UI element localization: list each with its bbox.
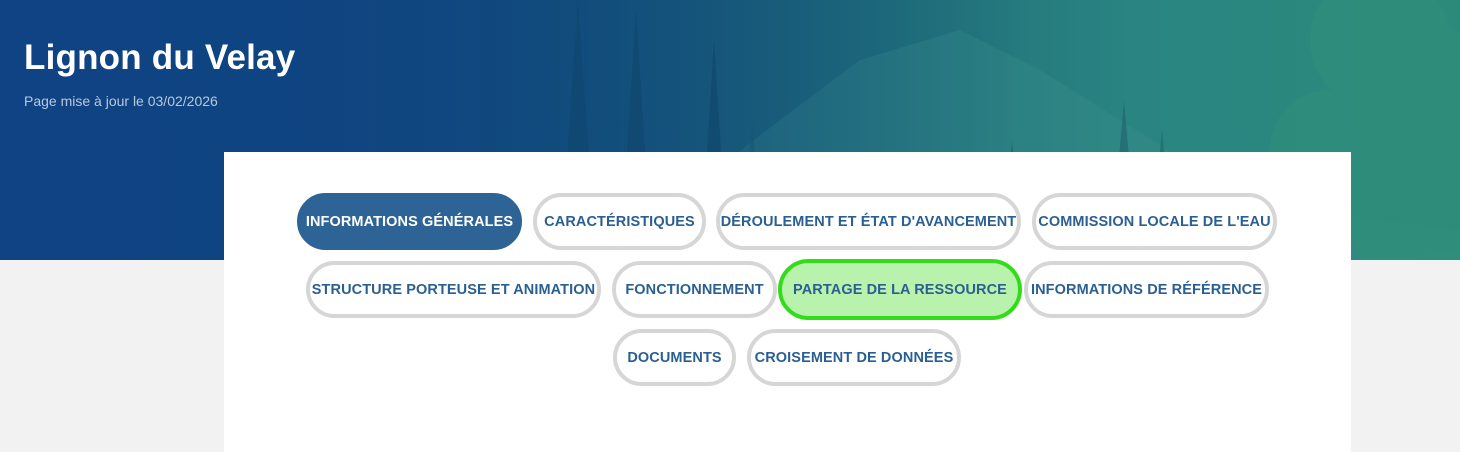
tab-fonctionnement[interactable]: FONCTIONNEMENT bbox=[612, 261, 777, 318]
tab-partage-de-la-ressource[interactable]: PARTAGE DE LA RESSOURCE bbox=[778, 259, 1022, 320]
tab-documents[interactable]: DOCUMENTS bbox=[613, 329, 736, 386]
page-title: Lignon du Velay bbox=[24, 38, 296, 77]
tab-informations-de-reference[interactable]: INFORMATIONS DE RÉFÉRENCE bbox=[1024, 261, 1269, 318]
tab-informations-generales[interactable]: INFORMATIONS GÉNÉRALES bbox=[297, 193, 522, 250]
tab-croisement-de-donnees[interactable]: CROISEMENT DE DONNÉES bbox=[747, 329, 961, 386]
tab-commission-locale-eau[interactable]: COMMISSION LOCALE DE L'EAU bbox=[1032, 193, 1277, 250]
tab-deroulement-etat-avancement[interactable]: DÉROULEMENT ET ÉTAT D'AVANCEMENT bbox=[716, 193, 1021, 250]
tab-caracteristiques[interactable]: CARACTÉRISTIQUES bbox=[533, 193, 706, 250]
tab-structure-porteuse-animation[interactable]: STRUCTURE PORTEUSE ET ANIMATION bbox=[306, 261, 601, 318]
last-updated-text: Page mise à jour le 03/02/2026 bbox=[24, 93, 218, 109]
